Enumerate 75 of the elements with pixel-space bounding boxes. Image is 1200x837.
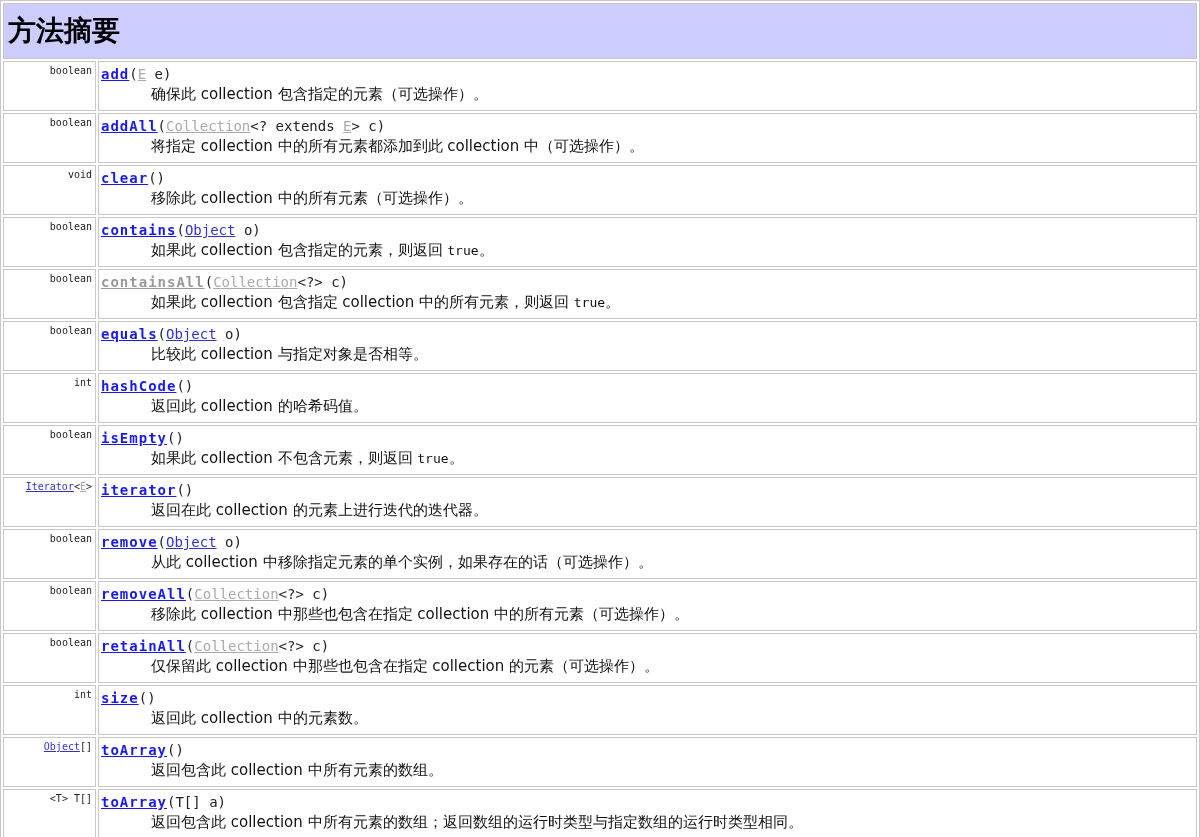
param-text: o) xyxy=(224,326,242,342)
param-text: ( xyxy=(157,326,166,342)
param-text: o) xyxy=(242,222,261,238)
section-title: 方法摘要 xyxy=(3,3,1197,59)
type-link[interactable]: Iterator xyxy=(25,481,74,492)
return-type: boolean xyxy=(49,117,92,128)
param-text: ( xyxy=(204,274,214,290)
method-link[interactable]: removeAll xyxy=(101,586,186,602)
method-link[interactable]: iterator xyxy=(101,482,177,498)
method-description: 如果此 collection 包含指定 collection 中的所有元素，则返回 true。 xyxy=(150,292,622,313)
method-link[interactable]: addAll xyxy=(101,118,158,134)
param-text: () xyxy=(138,690,156,706)
return-type: boolean xyxy=(49,429,92,440)
param-text: () xyxy=(176,482,194,498)
return-type: boolean xyxy=(49,637,92,648)
return-type: boolean xyxy=(49,325,92,336)
param-text: e) xyxy=(153,66,172,82)
return-type: int xyxy=(73,377,92,388)
method-description: 返回此 collection 中的元素数。 xyxy=(150,708,369,729)
param-text: <?> c) xyxy=(297,274,349,290)
method-link[interactable]: add xyxy=(101,66,130,82)
param-text: <? extends xyxy=(250,118,336,134)
return-type: < xyxy=(73,481,80,492)
method-description: 从此 collection 中移除指定元素的单个实例，如果存在的话（可选操作）。 xyxy=(150,552,654,573)
return-type: boolean xyxy=(49,65,92,76)
method-description: 移除此 collection 中那些也包含在指定 collection 中的所有元素（可选操作）。 xyxy=(150,604,690,625)
return-type: boolean xyxy=(49,273,92,284)
param-text: (T[] a) xyxy=(167,794,227,810)
method-link[interactable]: toArray xyxy=(101,794,167,810)
method-description: 仅保留此 collection 中那些也包含在指定 collection 的元素（可选操作）。 xyxy=(150,656,660,677)
return-type: boolean xyxy=(49,585,92,596)
method-description: 如果此 collection 包含指定的元素，则返回 true。 xyxy=(150,240,495,261)
return-type: boolean xyxy=(49,533,92,544)
type-link[interactable]: Object xyxy=(184,222,236,238)
param-text: () xyxy=(176,378,194,394)
param-text: ( xyxy=(185,586,195,602)
method-description: 移除此 collection 中的所有元素（可选操作）。 xyxy=(150,188,474,209)
method-link[interactable]: clear xyxy=(101,170,149,186)
method-description: 确保此 collection 包含指定的元素（可选操作）。 xyxy=(150,84,489,105)
method-description: 返回此 collection 的哈希码值。 xyxy=(150,396,369,417)
method-link[interactable]: isEmpty xyxy=(101,430,167,446)
type-link[interactable]: Object xyxy=(43,741,80,752)
return-type: boolean xyxy=(49,221,92,232)
param-text: () xyxy=(148,170,165,186)
param-text: ( xyxy=(129,66,138,82)
method-link[interactable]: contains xyxy=(101,222,177,238)
method-link[interactable]: hashCode xyxy=(101,378,177,394)
param-text: () xyxy=(167,430,184,446)
param-text: <?> c) xyxy=(278,638,330,654)
method-link[interactable]: size xyxy=(101,690,139,706)
return-type: [] xyxy=(79,741,92,752)
method-link[interactable]: equals xyxy=(101,326,158,342)
param-text: o) xyxy=(224,534,242,550)
param-text: ( xyxy=(185,638,195,654)
method-description: 将指定 collection 中的所有元素都添加到此 collection 中（可选操作）。 xyxy=(150,136,645,157)
return-type: <T> T[] xyxy=(49,793,92,804)
type-link[interactable]: Object xyxy=(166,534,217,550)
return-type: > xyxy=(85,481,92,492)
method-link[interactable]: toArray xyxy=(101,742,167,758)
method-description: 返回包含此 collection 中所有元素的数组；返回数组的运行时类型与指定数组的运行时类型相同。 xyxy=(150,812,804,833)
param-text: () xyxy=(167,742,184,758)
method-link[interactable]: retainAll xyxy=(101,638,186,654)
method-description: 如果此 collection 不包含元素，则返回 true。 xyxy=(150,448,465,469)
param-text: ( xyxy=(157,534,166,550)
param-text: > c) xyxy=(351,118,386,134)
param-text: <?> c) xyxy=(278,586,330,602)
method-description: 比较此 collection 与指定对象是否相等。 xyxy=(150,344,429,365)
method-description: 返回在此 collection 的元素上进行迭代的迭代器。 xyxy=(150,500,489,521)
return-type: int xyxy=(73,689,92,700)
type-link[interactable]: Object xyxy=(166,326,217,342)
method-link[interactable]: remove xyxy=(101,534,158,550)
param-text: ( xyxy=(157,118,166,134)
param-text: ( xyxy=(176,222,185,238)
method-description: 返回包含此 collection 中所有元素的数组。 xyxy=(150,760,444,781)
return-type: void xyxy=(67,169,92,180)
